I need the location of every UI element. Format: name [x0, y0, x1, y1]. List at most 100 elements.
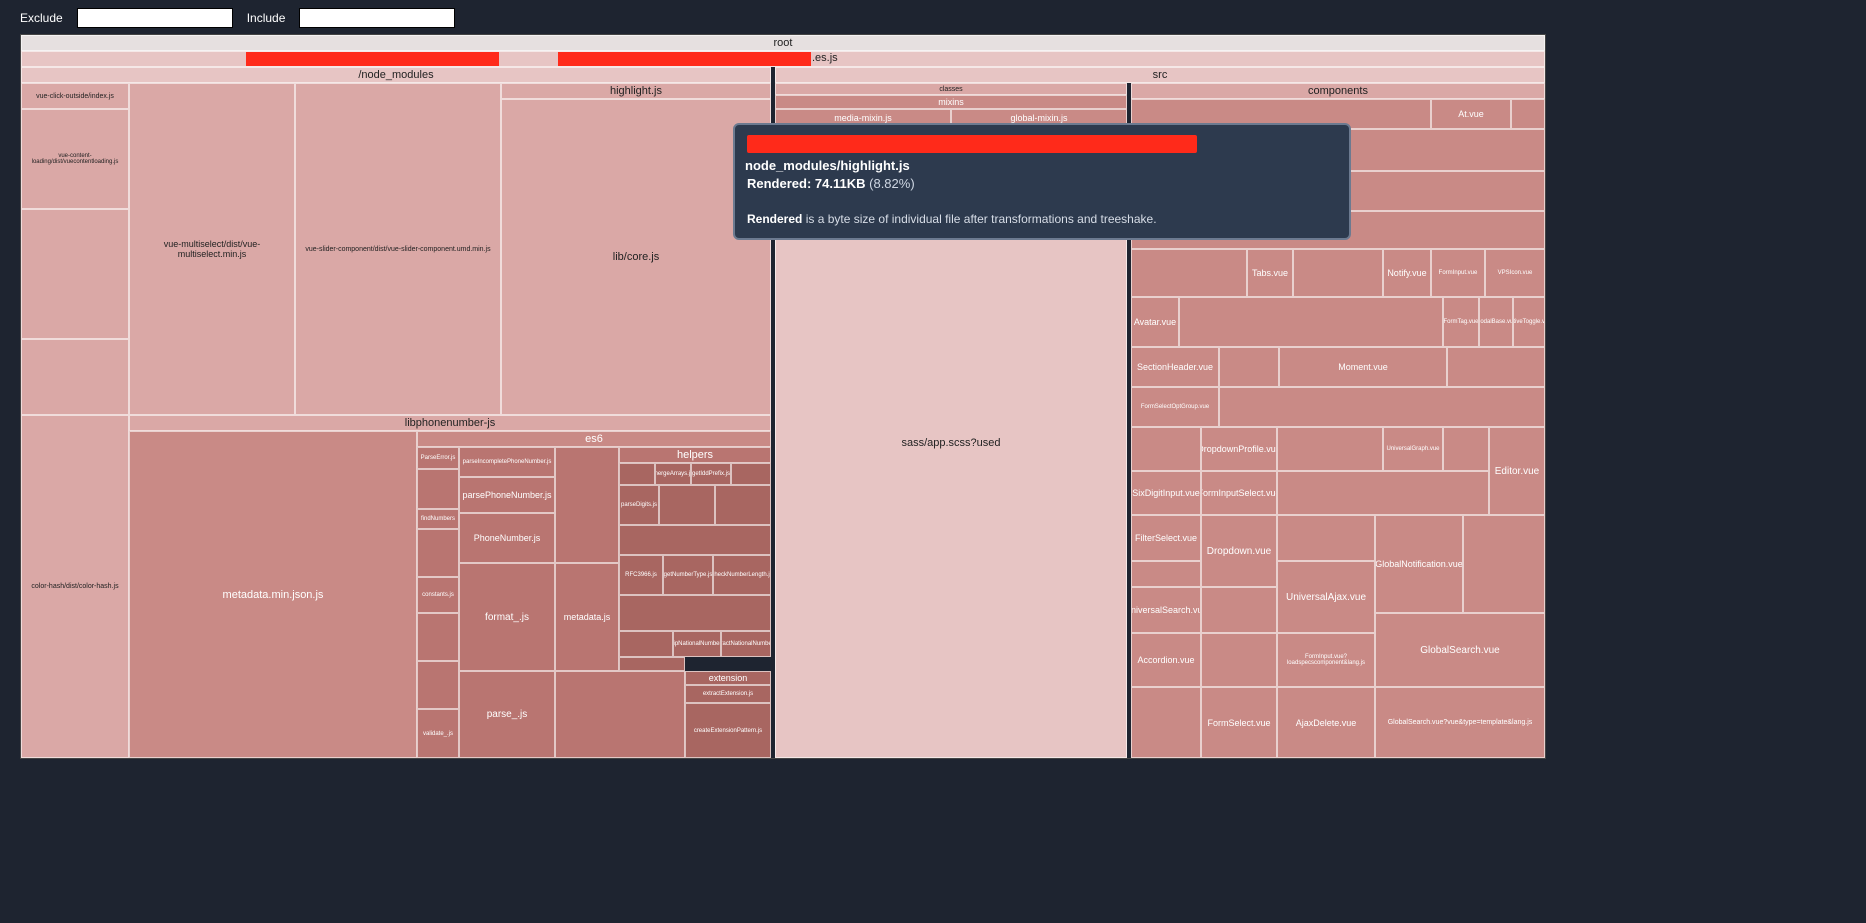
node-comp-r7a[interactable]	[1219, 347, 1279, 387]
node-libphonenumber[interactable]: libphonenumber-js	[129, 415, 771, 431]
node-comp-r9c[interactable]	[1443, 427, 1489, 471]
node-comp-r12pad[interactable]	[1131, 561, 1201, 587]
node-comp-r5a[interactable]	[1131, 249, 1247, 297]
node-color-hash[interactable]: color-hash/dist/color-hash.js	[21, 415, 129, 758]
node-globalnotification[interactable]: GlobalNotification.vue	[1375, 515, 1463, 613]
node-helpers[interactable]: helpers	[619, 447, 771, 463]
node-helper-b[interactable]	[731, 463, 771, 485]
node-helper-row2[interactable]	[619, 595, 771, 631]
node-create-ext-pattern[interactable]: createExtensionPattern.js	[685, 703, 771, 758]
node-formselectoptgroup[interactable]: FormSelectOptGroup.vue	[1131, 387, 1219, 427]
node-node-modules[interactable]: /node_modules	[21, 67, 771, 83]
node-notify-vue[interactable]: Notify.vue	[1383, 249, 1431, 297]
node-rfc3966[interactable]: RFC3966.js	[619, 555, 663, 595]
node-strip-national[interactable]: stripNationalNumber.js	[673, 631, 721, 657]
node-comp-r9b[interactable]	[1277, 427, 1383, 471]
node-helper-row[interactable]	[619, 525, 771, 555]
node-get-idd[interactable]: getIddPrefix.js	[691, 463, 731, 485]
node-tabs-vue[interactable]: Tabs.vue	[1247, 249, 1293, 297]
node-dropdownprofile[interactable]: DropdownProfile.vue	[1201, 427, 1277, 471]
node-format[interactable]: format_.js	[459, 563, 555, 671]
node-comp-r7b[interactable]	[1447, 347, 1545, 387]
node-highlight[interactable]: highlight.js	[501, 83, 771, 99]
node-forminput-vue[interactable]: FormInput.vue	[1431, 249, 1485, 297]
node-tiny-b[interactable]	[417, 529, 459, 577]
node-es6-gap[interactable]	[555, 447, 619, 563]
node-vue-content-loading[interactable]: vue-content-loading/dist/vuecontentloadi…	[21, 109, 129, 209]
node-vue-click-outside[interactable]: vue-click-outside/index.js	[21, 83, 129, 109]
node-formselect-vue[interactable]: FormSelect.vue	[1201, 687, 1277, 758]
node-lib-core[interactable]: lib/core.js	[501, 99, 771, 415]
node-validate[interactable]: validate_.js	[417, 709, 459, 758]
node-classes[interactable]: classes	[775, 83, 1127, 95]
node-activetoggle-vue[interactable]: ActiveToggle.vue	[1513, 297, 1545, 347]
node-comp-r10a[interactable]	[1277, 471, 1489, 515]
node-comp-r12a[interactable]	[1201, 587, 1277, 633]
node-dropdown-vue[interactable]: Dropdown.vue	[1201, 515, 1277, 587]
node-comp-r1a[interactable]	[1511, 99, 1545, 129]
node-phone-number[interactable]: PhoneNumber.js	[459, 513, 555, 563]
node-find-numbers[interactable]: findNumbers	[417, 509, 459, 529]
node-forminputselect[interactable]: FormInputSelect.vue	[1201, 471, 1277, 515]
treemap-chart[interactable]: root .es.js /node_modules src vue-click-…	[20, 34, 1546, 759]
node-tiny-lib[interactable]	[21, 209, 129, 339]
node-helper-e[interactable]	[619, 631, 673, 657]
node-tiny-d[interactable]	[417, 661, 459, 709]
node-comp-r11a[interactable]	[1277, 515, 1375, 561]
exclude-input[interactable]	[77, 8, 233, 28]
node-comp-r14a[interactable]	[1131, 687, 1201, 758]
node-at-vue[interactable]: At.vue	[1431, 99, 1511, 129]
node-parse-error[interactable]: ParseError.js	[417, 447, 459, 469]
node-sectionheader-vue[interactable]: SectionHeader.vue	[1131, 347, 1219, 387]
node-modalbase-vue[interactable]: ModalBase.vue	[1479, 297, 1513, 347]
node-helper-c[interactable]	[659, 485, 715, 525]
node-merge-arrays[interactable]: mergeArrays.js	[655, 463, 691, 485]
node-es-js[interactable]: .es.js	[21, 51, 1545, 67]
node-tiny-lib2[interactable]	[21, 339, 129, 415]
node-helper-f[interactable]	[619, 657, 685, 671]
node-sixdigitinput[interactable]: SixDigitInput.vue	[1131, 471, 1201, 515]
node-comp-r11b[interactable]	[1463, 515, 1545, 613]
node-accordion-vue[interactable]: Accordion.vue	[1131, 633, 1201, 687]
node-es6-fill[interactable]	[555, 671, 685, 758]
include-input[interactable]	[299, 8, 455, 28]
node-comp-r9a[interactable]	[1131, 427, 1201, 471]
node-editor-vue[interactable]: Editor.vue	[1489, 427, 1545, 515]
node-parse-digits[interactable]: parseDigits.js	[619, 485, 659, 525]
node-root[interactable]: root	[21, 35, 1545, 51]
node-get-number-type[interactable]: getNumberType.js	[663, 555, 713, 595]
node-universalgraph[interactable]: UniversalGraph.vue	[1383, 427, 1443, 471]
node-forminput-loadspecs[interactable]: FormInput.vue?loadspecscomponent&lang.js	[1277, 633, 1375, 687]
node-helper-a[interactable]	[619, 463, 655, 485]
node-check-number-length[interactable]: checkNumberLength.js	[713, 555, 771, 595]
node-extract-national[interactable]: extractNationalNumber.js	[721, 631, 771, 657]
node-comp-r8a[interactable]	[1219, 387, 1545, 427]
node-ajaxdelete-vue[interactable]: AjaxDelete.vue	[1277, 687, 1375, 758]
node-comp-r6a[interactable]	[1179, 297, 1443, 347]
node-extract-extension[interactable]: extractExtension.js	[685, 685, 771, 703]
node-helper-d[interactable]	[715, 485, 771, 525]
node-metadata-js[interactable]: metadata.js	[555, 563, 619, 671]
node-tiny-c[interactable]	[417, 613, 459, 661]
node-parse-incomplete[interactable]: parseIncompletePhoneNumber.js	[459, 447, 555, 477]
node-filterselect[interactable]: FilterSelect.vue	[1131, 515, 1201, 561]
node-formtag-vue[interactable]: FormTag.vue	[1443, 297, 1479, 347]
node-vpsicon-vue[interactable]: VPSIcon.vue	[1485, 249, 1545, 297]
node-src[interactable]: src	[775, 67, 1545, 83]
node-constants[interactable]: constants.js	[417, 577, 459, 613]
node-parse-phone[interactable]: parsePhoneNumber.js	[459, 477, 555, 513]
node-es6[interactable]: es6	[417, 431, 771, 447]
node-metadata-min[interactable]: metadata.min.json.js	[129, 431, 417, 758]
node-moment-vue[interactable]: Moment.vue	[1279, 347, 1447, 387]
node-comp-r5b[interactable]	[1293, 249, 1383, 297]
node-universalsearch[interactable]: UniversalSearch.vue	[1131, 587, 1201, 633]
node-mixins[interactable]: mixins	[775, 95, 1127, 109]
node-globalsearch-tpl[interactable]: GlobalSearch.vue?vue&type=template&lang.…	[1375, 687, 1545, 758]
node-components[interactable]: components	[1131, 83, 1545, 99]
node-vue-slider[interactable]: vue-slider-component/dist/vue-slider-com…	[295, 83, 501, 415]
node-universalajax[interactable]: UniversalAjax.vue	[1277, 561, 1375, 633]
node-extension[interactable]: extension	[685, 671, 771, 685]
node-vue-multiselect[interactable]: vue-multiselect/dist/vue-multiselect.min…	[129, 83, 295, 415]
node-globalsearch-vue[interactable]: GlobalSearch.vue	[1375, 613, 1545, 687]
node-comp-r13a[interactable]	[1201, 633, 1277, 687]
